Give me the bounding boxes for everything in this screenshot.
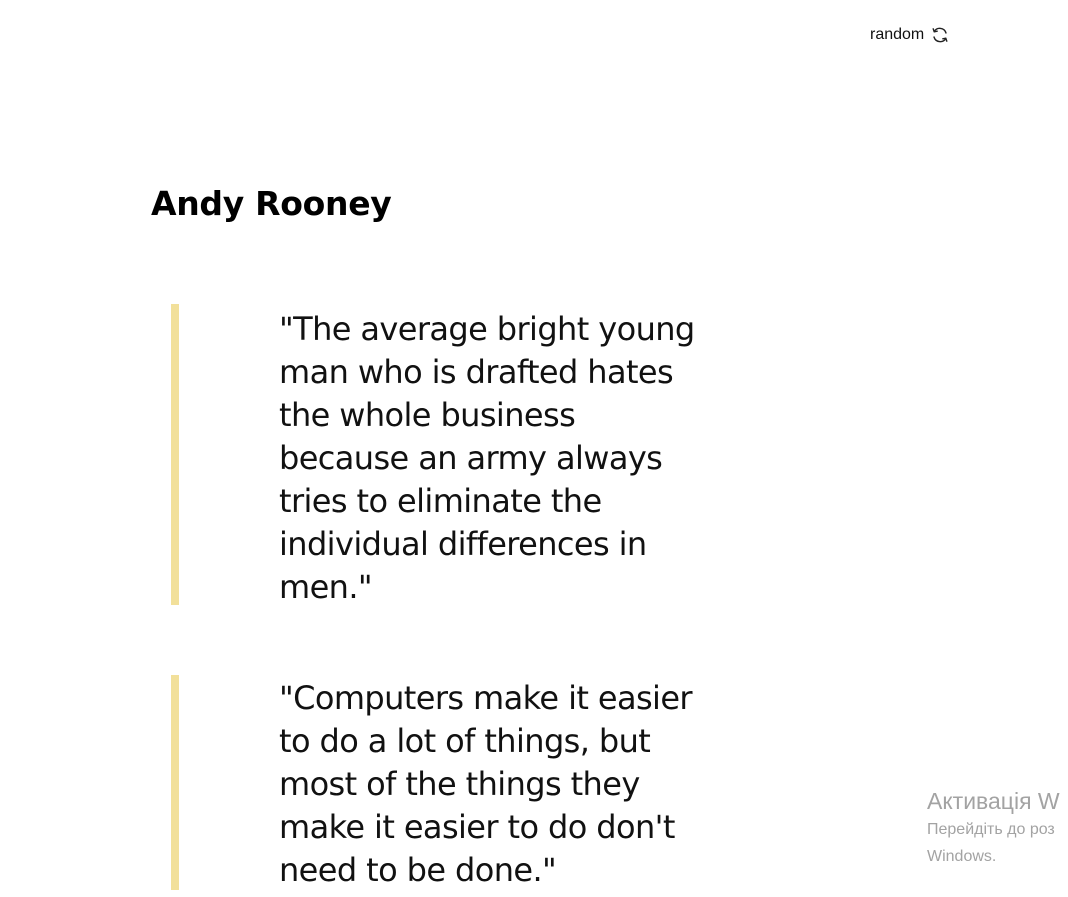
quote-text: "Computers make it easier to do a lot of… xyxy=(279,679,693,889)
random-button[interactable]: random xyxy=(870,25,950,45)
watermark-line: Перейдіть до роз xyxy=(927,821,1055,838)
quote-text: "The average bright young man who is dra… xyxy=(279,310,695,606)
quote-block: "The average bright young man who is dra… xyxy=(171,304,731,606)
quote-block: "Computers make it easier to do a lot of… xyxy=(171,675,731,890)
quote-accent-bar xyxy=(171,304,179,605)
watermark-line: Windows. xyxy=(927,848,997,865)
watermark-title: Активація W xyxy=(927,788,1060,814)
author-name: Andy Rooney xyxy=(151,184,392,223)
refresh-icon xyxy=(930,25,950,45)
page: random Andy Rooney "The average bright y… xyxy=(0,0,1068,897)
quote-accent-bar xyxy=(171,675,179,890)
random-label: random xyxy=(870,26,925,43)
windows-activation-watermark: Активація W Перейдіть до роз Windows. xyxy=(927,786,1060,870)
